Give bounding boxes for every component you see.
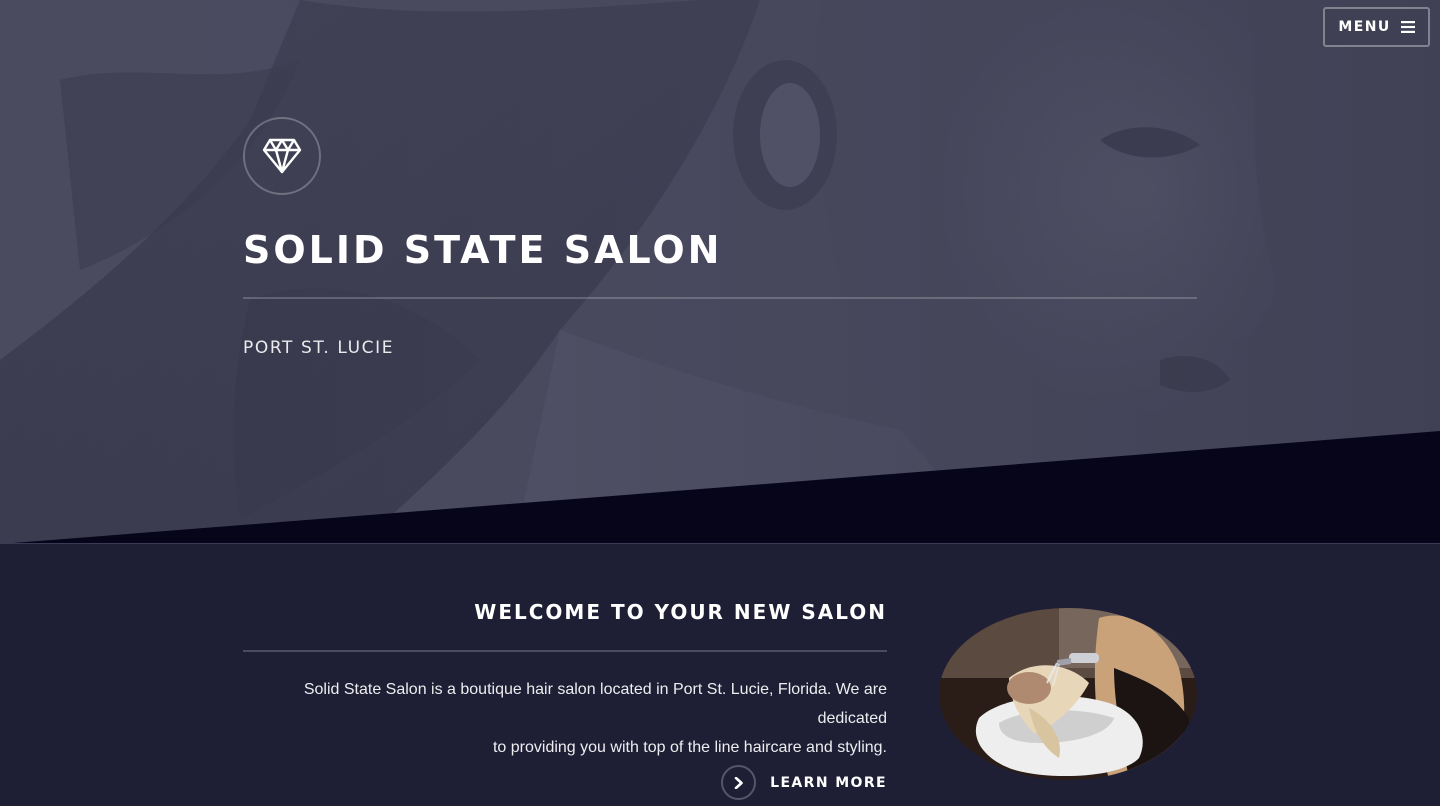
hero-badge (243, 117, 321, 195)
welcome-paragraph-line2: to providing you with top of the line ha… (492, 739, 887, 756)
menu-label: MENU (1338, 19, 1391, 35)
diamond-icon (262, 138, 302, 174)
hero-divider (243, 297, 1197, 299)
hair-wash-illustration (939, 608, 1197, 780)
hamburger-icon (1400, 21, 1415, 33)
learn-more-label: LEARN MORE (770, 774, 887, 791)
hero-section: MENU SOLID STATE SALON PORT ST. LUCIE (0, 0, 1440, 544)
welcome-paragraph: Solid State Salon is a boutique hair sal… (243, 675, 887, 762)
menu-button[interactable]: MENU (1323, 7, 1430, 47)
chevron-right-icon (734, 776, 743, 789)
welcome-paragraph-line1: Solid State Salon is a boutique hair sal… (303, 681, 887, 727)
hero-subtitle: PORT ST. LUCIE (243, 338, 395, 358)
welcome-section: WELCOME TO YOUR NEW SALON Solid State Sa… (0, 544, 1440, 806)
learn-more-circle (721, 765, 757, 800)
welcome-divider (243, 650, 887, 652)
welcome-heading: WELCOME TO YOUR NEW SALON (474, 600, 887, 624)
hair-wash-photo (939, 608, 1197, 780)
hero-title: SOLID STATE SALON (243, 228, 723, 272)
learn-more-link[interactable]: LEARN MORE (721, 765, 887, 800)
